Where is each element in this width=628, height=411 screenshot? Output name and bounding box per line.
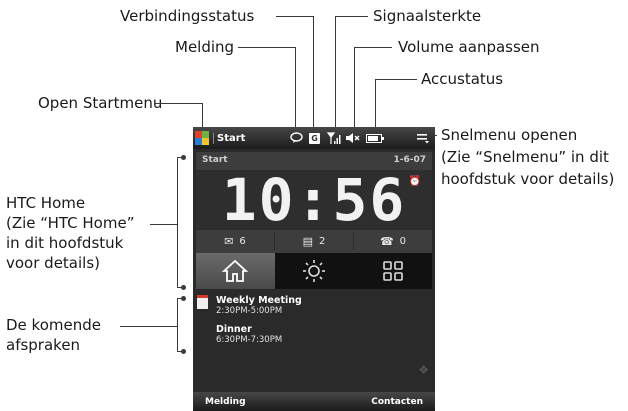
sms-count-item[interactable]: ▤ 2 [275,232,354,250]
leader-verbindingsstatus-v [313,16,314,129]
message-icon: ✉ [224,234,234,248]
appointment-item[interactable]: Dinner 6:30PM-7:30PM [216,324,282,346]
leader-startmenu-v [202,103,203,129]
appointment-item[interactable]: Weekly Meeting 2:30PM-5:00PM [216,295,302,317]
clock-display[interactable]: 10:56 ⏰ [196,166,432,234]
home-tabs [196,253,432,289]
battery-level-fill [368,135,378,141]
battery-outline [366,133,384,143]
appointment-time: 2:30PM-5:00PM [216,306,283,316]
notification-bubble-icon[interactable] [289,131,303,145]
start-button[interactable]: Start [195,129,245,147]
callout-afspraken-l2: afspraken [6,336,81,354]
tab-home[interactable] [196,253,275,289]
leader-melding-h [238,47,295,48]
signal-strength-icon[interactable] [327,131,341,145]
phone-screen: Start G Start 1-6-07 10:56 ⏰ ✉ 6 ▤ 2 ☎ 0… [193,127,435,411]
title-bar: Start G [193,127,435,149]
leader-startmenu-h [155,103,202,104]
callout-snelmenu-l2: (Zie “Snelmenu” in dit [441,148,609,166]
callout-htchome-l3: in dit hoofdstuk [6,234,124,252]
callout-htchome-l2: (Zie “HTC Home” [6,214,135,232]
tab-weather[interactable] [275,253,354,289]
volume-icon[interactable] [345,131,361,145]
callout-snelmenu-l3: hoofdstuk voor details) [441,170,615,188]
start-label: Start [213,132,245,144]
softkey-left[interactable]: Melding [205,397,246,407]
leader-htchome-h [150,224,177,225]
battery-icon[interactable] [365,131,384,145]
leader-volume-v [354,47,355,129]
leader-signaalsterkte-h [335,16,368,17]
appointment-title: Weekly Meeting [216,295,302,306]
callout-signaalsterkte: Signaalsterkte [373,7,482,25]
missed-call-icon: ☎ [379,234,394,248]
bracket-htchome [177,155,186,290]
callout-verbindingsstatus: Verbindingsstatus [120,7,255,25]
htc-logo-icon: ❖ [418,363,429,377]
callout-volume: Volume aanpassen [398,38,540,56]
weather-sun-icon [303,260,325,282]
connection-status-icon[interactable]: G [308,131,321,145]
callout-htchome-l4: voor details) [6,254,100,272]
callout-htchome-l1: HTC Home [6,194,86,212]
launcher-grid-icon [382,261,403,281]
home-date: 1-6-07 [393,155,426,165]
quick-menu-icon[interactable] [415,131,431,145]
callout-snelmenu-l1: Snelmenu openen [441,126,578,144]
leader-melding-v [295,47,296,129]
bracket-afspraken [177,296,186,354]
sms-count: 2 [319,235,326,247]
callout-open-startmenu: Open Startmenu [38,94,163,112]
notification-counts: ✉ 6 ▤ 2 ☎ 0 [196,232,432,250]
alarm-icon: ⏰ [408,176,423,187]
messages-count: 6 [239,235,246,247]
calendar-icon [197,295,208,309]
appointment-title: Dinner [216,324,252,335]
home-header-label: Start [202,155,228,165]
connection-letter: G [309,132,320,144]
clock-time: 10:56 [221,166,407,234]
leader-afspraken-h [120,326,177,327]
callout-afspraken-l1: De komende [6,316,101,334]
callout-melding: Melding [175,38,235,56]
callout-accustatus: Accustatus [421,70,504,88]
home-icon [222,259,249,282]
softkey-bar: Melding Contacten [193,392,435,411]
htc-home-widget: Start 1-6-07 10:56 ⏰ ✉ 6 ▤ 2 ☎ 0 [196,152,432,289]
tab-launcher[interactable] [353,253,432,289]
leader-accustatus-h [375,79,417,80]
leader-signaalsterkte-v [335,16,336,129]
missed-calls-item[interactable]: ☎ 0 [354,232,432,250]
softkey-right[interactable]: Contacten [371,397,423,407]
leader-verbindingsstatus-h [276,16,313,17]
appointment-time: 6:30PM-7:30PM [216,335,283,345]
leader-volume-h [354,47,392,48]
upcoming-appointments: Weekly Meeting 2:30PM-5:00PM Dinner 6:30… [193,292,435,392]
windows-logo-icon [195,131,209,145]
missed-calls-count: 0 [399,235,407,247]
messages-count-item[interactable]: ✉ 6 [196,232,275,250]
sms-icon: ▤ [302,234,314,248]
leader-accustatus-v [375,79,376,129]
